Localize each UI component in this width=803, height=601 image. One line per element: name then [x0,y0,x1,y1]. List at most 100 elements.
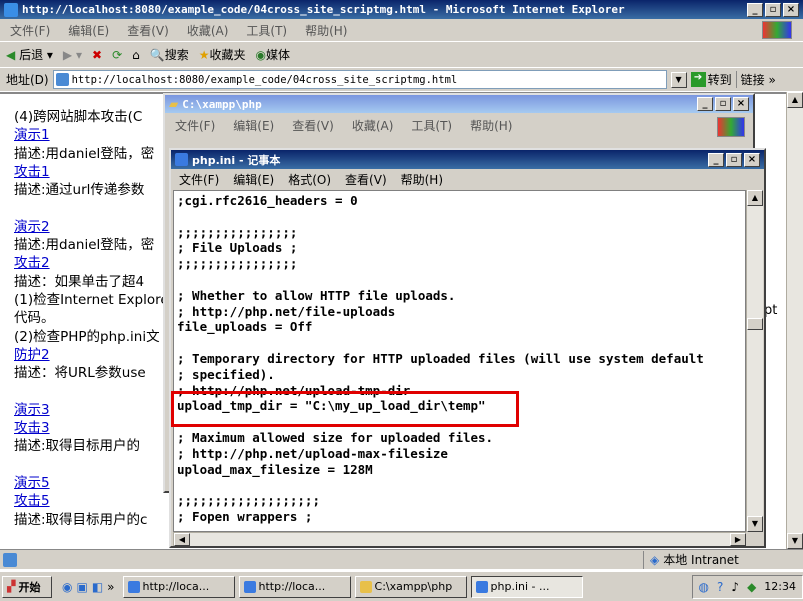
notepad-scroll-thumb[interactable] [747,318,763,330]
ie-menu-item[interactable]: 编辑(E) [68,22,109,39]
explorer-title-bar[interactable]: ▰ C:\xampp\php _ ▫ × [165,95,753,113]
media-icon: ◉ [255,48,266,62]
tray-security-icon[interactable]: ◆ [747,580,756,594]
taskbar-button[interactable]: C:\xampp\php [354,575,467,598]
notepad-line: ; Fopen wrappers ; [177,508,313,524]
explorer-menu-item[interactable]: 编辑(E) [233,117,274,134]
quicklaunch-more-icon[interactable]: » [107,580,114,594]
clock: 12:34 [764,580,796,593]
page-text-line: 描述：将URL参数use [14,365,146,382]
media-label: 媒体 [265,48,290,62]
notepad-close-button[interactable]: × [744,152,760,167]
page-link[interactable]: 演示3 [14,401,164,419]
explorer-menu-item[interactable]: 文件(F) [175,117,215,134]
explorer-menu-item[interactable]: 查看(V) [292,117,334,134]
explorer-maximize-button[interactable]: ▫ [715,97,731,111]
go-button[interactable]: ➔ 转到 [690,71,732,88]
favorites-button[interactable]: ★收藏夹 [199,46,246,63]
notepad-title: php.ini - 记事本 [192,153,281,167]
folder-icon: ▰ [169,97,179,111]
taskbar-button-label: http://loca... [258,580,326,593]
notepad-line: ; Maximum allowed size for uploaded file… [177,429,494,445]
notepad-title-bar[interactable]: php.ini - 记事本 _ ▫ × [171,150,764,169]
page-text-fragment: pt [764,303,778,318]
notepad-scroll-left-icon[interactable]: ◀ [174,533,190,546]
page-link[interactable]: 攻击5 [14,492,164,510]
notepad-line [177,272,745,288]
links-button[interactable]: 链接 » [735,71,776,88]
ie-title-bar[interactable]: http://localhost:8080/example_code/04cro… [0,0,803,19]
tray-help-icon[interactable]: ? [717,580,723,594]
notepad-menu-item[interactable]: 格式(O) [288,171,331,188]
ie-menu-item[interactable]: 工具(T) [246,22,287,39]
notepad-menu-item[interactable]: 编辑(E) [233,171,274,188]
forward-button[interactable]: ▶ ▾ [63,48,82,62]
explorer-menu-bar: 文件(F) 编辑(E) 查看(V) 收藏(A) 工具(T) 帮助(H) [165,113,753,137]
ie-menu-item[interactable]: 文件(F) [10,22,50,39]
ie-menu-item[interactable]: 帮助(H) [305,22,347,39]
notepad-hscroll[interactable]: ◀ ▶ [173,532,746,546]
scroll-down-icon[interactable]: ▼ [787,533,803,549]
notepad-maximize-button[interactable]: ▫ [726,152,742,167]
page-text-line: 描述:用daniel登陆，密 [14,237,155,254]
explorer-minimize-button[interactable]: _ [697,97,713,111]
explorer-menu-item[interactable]: 工具(T) [411,117,452,134]
refresh-icon[interactable]: ⟳ [112,48,122,62]
highlight-box [171,391,519,427]
notepad-editor[interactable]: ;cgi.rfc2616_headers = 0;;;;;;;;;;;;;;;;… [173,190,746,532]
ie-menu-item[interactable]: 查看(V) [127,22,169,39]
ie-menu-item[interactable]: 收藏(A) [187,22,229,39]
search-icon: 🔍 [149,48,165,62]
intranet-zone-icon: ◈ [650,552,660,567]
page-link[interactable]: 攻击3 [14,419,164,437]
explorer-logo-icon [717,117,745,137]
page-link[interactable]: 演示5 [14,474,164,492]
taskbar-button[interactable]: http://loca... [122,575,235,598]
ie-scrollbar[interactable]: ▲ ▼ [786,92,803,549]
taskbar-button[interactable]: php.ini - ... [470,575,583,598]
minimize-button[interactable]: _ [747,2,763,17]
search-label: 搜索 [164,48,189,62]
page-link[interactable]: 防护2 [14,346,164,364]
ie-status-icon [3,552,17,567]
windows-flag-icon: ▞ [7,580,16,593]
notepad-menu-item[interactable]: 文件(F) [179,171,219,188]
explorer-menu-item[interactable]: 帮助(H) [470,117,512,134]
page-text-line [14,199,164,217]
page-link[interactable]: 演示2 [14,218,164,236]
home-icon[interactable]: ⌂ [132,48,140,62]
taskbar-button[interactable]: http://loca... [238,575,351,598]
start-button[interactable]: ▞ 开始 [2,575,52,598]
back-label: 后退 [19,48,44,62]
notepad-menu-item[interactable]: 查看(V) [345,171,387,188]
address-input[interactable]: http://localhost:8080/example_code/04cro… [52,70,667,89]
stop-icon[interactable]: ✖ [92,48,102,62]
quicklaunch-desktop-icon[interactable]: ▣ [76,580,87,594]
close-button[interactable]: × [783,2,799,17]
back-button[interactable]: ◀ 后退 ▾ [6,46,53,63]
tray-network-icon[interactable]: ◍ [699,580,709,594]
quicklaunch-ie-icon[interactable]: ◉ [62,580,72,594]
search-button[interactable]: 🔍搜索 [150,46,189,63]
page-text-line: 代码。 [14,310,55,327]
notepad-line [177,477,745,493]
scroll-up-icon[interactable]: ▲ [787,92,803,108]
page-link[interactable]: 演示1 [14,126,164,144]
media-button[interactable]: ◉媒体 [256,46,291,63]
explorer-menu-item[interactable]: 收藏(A) [352,117,394,134]
notepad-line: ; specified). [177,366,275,382]
page-link[interactable]: 攻击1 [14,163,164,181]
page-link[interactable]: 攻击2 [14,254,164,272]
notepad-minimize-button[interactable]: _ [708,152,724,167]
page-text-line: 描述:通过url传递参数 [14,182,145,199]
explorer-close-button[interactable]: × [733,97,749,111]
notepad-vscroll[interactable]: ▲ ▼ [746,190,763,532]
tray-volume-icon[interactable]: ♪ [731,580,739,594]
maximize-button[interactable]: ▫ [765,2,781,17]
notepad-menu-item[interactable]: 帮助(H) [401,171,443,188]
notepad-scroll-down-icon[interactable]: ▼ [747,516,763,532]
address-dropdown-icon[interactable]: ▼ [670,71,687,88]
notepad-scroll-right-icon[interactable]: ▶ [730,533,746,546]
notepad-scroll-up-icon[interactable]: ▲ [747,190,763,206]
quicklaunch-media-icon[interactable]: ◧ [92,580,103,594]
